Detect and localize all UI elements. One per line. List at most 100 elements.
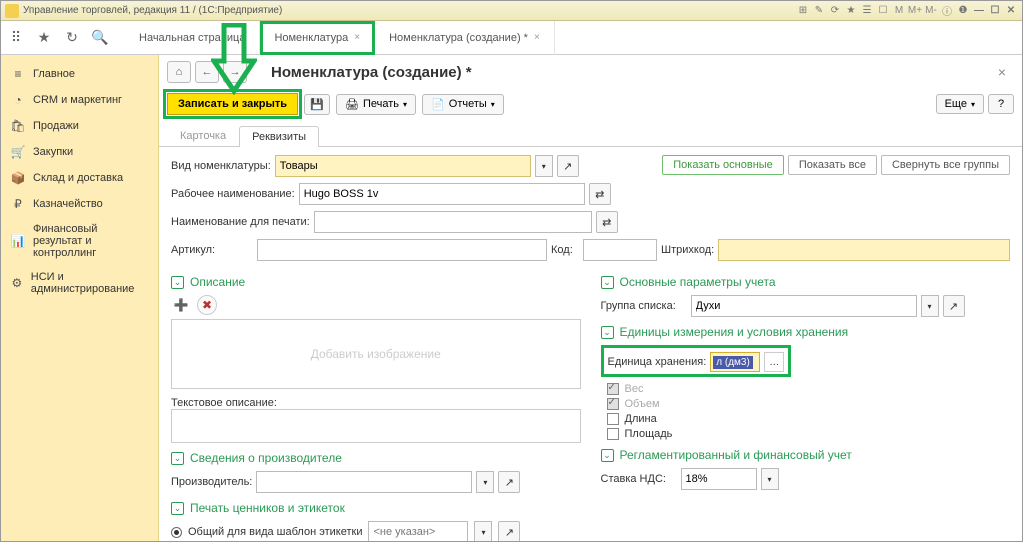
checkbox-label: Вес: [625, 383, 644, 395]
open-ref-button[interactable]: ↗: [557, 155, 579, 177]
print-button[interactable]: 🖨Печать▾: [336, 94, 416, 115]
subtab-card[interactable]: Карточка: [167, 125, 239, 146]
section-main-params[interactable]: ⌄Основные параметры учета: [601, 275, 1011, 289]
textdesc-textarea[interactable]: [171, 409, 581, 443]
page-close-button[interactable]: ×: [990, 64, 1014, 80]
sidebar-item-admin[interactable]: ⚙НСИ и администрирование: [1, 265, 158, 301]
section-units[interactable]: ⌄Единицы измерения и условия хранения: [601, 325, 1011, 339]
help-button[interactable]: ?: [988, 94, 1014, 114]
vat-input[interactable]: [681, 468, 757, 490]
template-select[interactable]: <не указан>: [368, 521, 468, 541]
open-ref-button[interactable]: ↗: [498, 471, 520, 493]
collapse-icon: ⌄: [601, 276, 614, 289]
show-main-button[interactable]: Показать основные: [662, 155, 784, 175]
toolbar-icon[interactable]: M+: [908, 4, 922, 18]
image-dropzone[interactable]: Добавить изображение: [171, 319, 581, 389]
add-image-button[interactable]: ➕: [171, 295, 191, 315]
sidebar-item-sales[interactable]: 🛍Продажи: [1, 113, 158, 139]
group-input[interactable]: [691, 295, 917, 317]
dropdown-button[interactable]: ▾: [474, 521, 492, 541]
code-input[interactable]: [583, 239, 657, 261]
producer-input[interactable]: [256, 471, 472, 493]
toolbar-icon[interactable]: ✎: [812, 4, 826, 18]
show-all-button[interactable]: Показать все: [788, 155, 877, 175]
tab-start-page[interactable]: Начальная страница: [125, 21, 260, 55]
close-button[interactable]: ✕: [1004, 4, 1018, 18]
sidebar-item-treasury[interactable]: ₽Казначейство: [1, 191, 158, 217]
bars-icon: 📊: [11, 234, 25, 248]
info-icon[interactable]: ⓘ: [940, 4, 954, 18]
tab-nomenclature[interactable]: Номенклатура ×: [260, 21, 375, 55]
open-ref-button[interactable]: ↗: [943, 295, 965, 317]
copy-button[interactable]: ⇄: [596, 211, 618, 233]
checkbox-length[interactable]: [607, 413, 619, 425]
section-description[interactable]: ⌄Описание: [171, 275, 581, 289]
about-icon[interactable]: ❶: [956, 4, 970, 18]
gear-icon: ⚙: [11, 276, 23, 290]
checkbox-weight[interactable]: [607, 383, 619, 395]
minimize-button[interactable]: —: [972, 4, 986, 18]
checkbox-area[interactable]: [607, 428, 619, 440]
open-ref-button[interactable]: ↗: [498, 521, 520, 541]
dropdown-button[interactable]: ▾: [476, 471, 494, 493]
home-button[interactable]: ⌂: [167, 61, 191, 83]
collapse-all-button[interactable]: Свернуть все группы: [881, 155, 1010, 175]
report-icon: 📄: [431, 98, 445, 111]
toolbar-icon[interactable]: M-: [924, 4, 938, 18]
type-input[interactable]: [275, 155, 531, 177]
history-icon[interactable]: ↻: [61, 27, 83, 49]
toolbar-icon[interactable]: ★: [844, 4, 858, 18]
vat-label: Ставка НДС:: [601, 473, 677, 485]
dropdown-button[interactable]: ▾: [761, 468, 779, 490]
save-button[interactable]: 💾: [304, 94, 330, 115]
subtab-details[interactable]: Реквизиты: [239, 126, 319, 147]
chart-icon: ◔: [11, 93, 25, 107]
window-title: Управление торговлей, редакция 11 / (1С:…: [23, 5, 282, 16]
section-producer[interactable]: ⌄Сведения о производителе: [171, 451, 581, 465]
more-button[interactable]: Еще▾: [936, 94, 984, 114]
checkbox-volume[interactable]: [607, 398, 619, 410]
dropdown-button[interactable]: ▾: [535, 155, 553, 177]
printname-label: Наименование для печати:: [171, 216, 310, 228]
sidebar-item-warehouse[interactable]: 📦Склад и доставка: [1, 165, 158, 191]
toolbar-icon[interactable]: ☰: [860, 4, 874, 18]
save-close-button[interactable]: Записать и закрыть: [167, 93, 298, 115]
toolbar-icon[interactable]: ⊞: [796, 4, 810, 18]
printname-input[interactable]: [314, 211, 592, 233]
close-icon[interactable]: ×: [354, 32, 360, 43]
search-icon[interactable]: 🔍: [89, 27, 111, 49]
tab-label: Номенклатура: [274, 32, 348, 44]
article-input[interactable]: [257, 239, 547, 261]
unit-input[interactable]: л (дм3): [710, 352, 760, 372]
main-content: ⌂ ← → Номенклатура (создание) * × Записа…: [159, 55, 1022, 541]
section-pricing[interactable]: ⌄Печать ценников и этикеток: [171, 501, 581, 515]
sidebar-item-main[interactable]: ≡Главное: [1, 61, 158, 87]
radio-common-template[interactable]: [171, 527, 182, 538]
sidebar-item-finance[interactable]: 📊Финансовый результат и контроллинг: [1, 217, 158, 265]
open-tabs: Начальная страница Номенклатура × Номенк…: [125, 21, 555, 55]
remove-image-button[interactable]: ✖: [197, 295, 217, 315]
close-icon[interactable]: ×: [534, 32, 540, 43]
unit-picker-button[interactable]: …: [764, 352, 784, 372]
workname-input[interactable]: [299, 183, 585, 205]
star-icon[interactable]: ★: [33, 27, 55, 49]
box-icon: 📦: [11, 171, 25, 185]
toolbar-icon[interactable]: ☐: [876, 4, 890, 18]
code-label: Код:: [551, 244, 579, 256]
checkbox-label: Объем: [625, 398, 660, 410]
sidebar-item-purchases[interactable]: 🛒Закупки: [1, 139, 158, 165]
sidebar-item-crm[interactable]: ◔CRM и маркетинг: [1, 87, 158, 113]
copy-button[interactable]: ⇄: [589, 183, 611, 205]
tab-nomenclature-create[interactable]: Номенклатура (создание) * ×: [375, 21, 555, 55]
dropdown-button[interactable]: ▾: [921, 295, 939, 317]
apps-icon[interactable]: ⠿: [5, 27, 27, 49]
section-reg-finance[interactable]: ⌄Регламентированный и финансовый учет: [601, 448, 1011, 462]
toolbar-icon[interactable]: M: [892, 4, 906, 18]
maximize-button[interactable]: ☐: [988, 4, 1002, 18]
reports-button[interactable]: 📄Отчеты▾: [422, 94, 504, 115]
barcode-input[interactable]: [718, 239, 1010, 261]
forward-button[interactable]: →: [223, 61, 247, 83]
back-button[interactable]: ←: [195, 61, 219, 83]
toolbar-icon[interactable]: ⟳: [828, 4, 842, 18]
sidebar-item-label: Казначейство: [33, 198, 103, 210]
